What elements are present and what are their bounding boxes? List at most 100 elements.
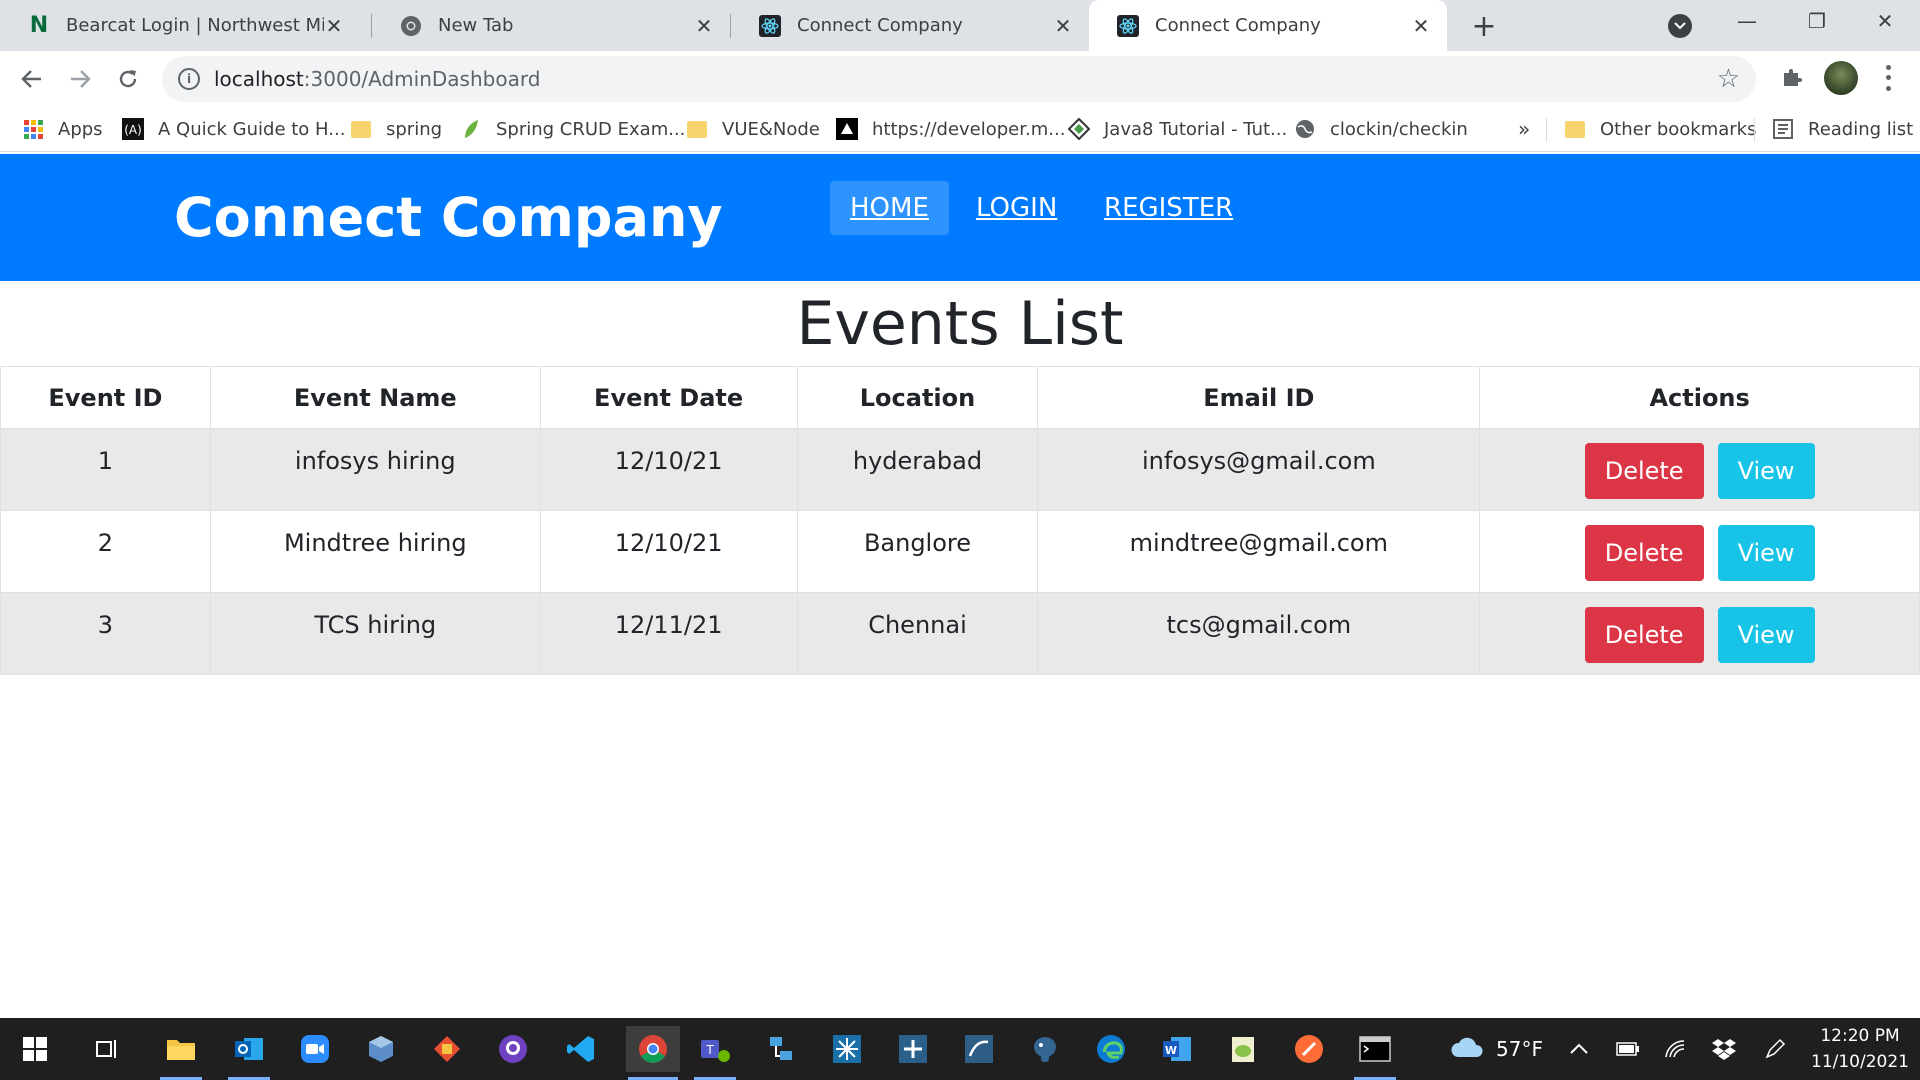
folder-icon (1564, 118, 1586, 140)
mysql-workbench-icon[interactable] (956, 1026, 1002, 1072)
windows-start-icon[interactable] (12, 1026, 58, 1072)
github-desktop-icon[interactable] (490, 1026, 536, 1072)
close-tab-icon[interactable]: ✕ (324, 14, 344, 38)
teams-icon[interactable]: T (692, 1026, 738, 1080)
chrome-icon (400, 15, 422, 37)
bookmark-java8-tutorial[interactable]: Java8 Tutorial - Tut... (1068, 106, 1287, 152)
vscode-icon[interactable] (558, 1026, 604, 1072)
pen-icon[interactable] (1764, 1018, 1786, 1080)
show-hidden-icons-chevron-icon[interactable] (1570, 1018, 1588, 1080)
browser-tab-new-tab[interactable]: New Tab ✕ (372, 0, 730, 51)
bookmark-folder-vue-node[interactable]: VUE&Node (686, 106, 820, 152)
svg-text:W: W (1165, 1044, 1177, 1057)
network-app-icon[interactable] (758, 1026, 804, 1072)
bookmark-label: Other bookmarks (1600, 118, 1757, 140)
edge-icon[interactable] (1088, 1026, 1134, 1072)
notepad-plus-plus-icon[interactable] (1220, 1026, 1266, 1072)
bookmark-label: Apps (58, 118, 103, 140)
browser-toolbar: i localhost:3000/AdminDashboard ☆ (0, 51, 1920, 106)
cell-event-name: TCS hiring (209, 592, 541, 675)
reading-list-button[interactable]: Reading list (1772, 106, 1913, 152)
weather-widget[interactable]: 57°F (1450, 1018, 1543, 1080)
url-path: :3000/AdminDashboard (303, 67, 541, 91)
bookmarks-divider (1546, 118, 1547, 142)
view-button[interactable]: View (1717, 443, 1815, 499)
cell-event-date: 12/11/21 (539, 592, 798, 675)
bookmark-site-icon (836, 118, 858, 140)
outlook-icon[interactable] (226, 1026, 272, 1080)
react-icon (1117, 14, 1139, 37)
extensions-puzzle-icon[interactable] (1778, 63, 1806, 91)
zoom-icon[interactable] (292, 1026, 338, 1072)
bookmarks-overflow-button[interactable]: » (1518, 106, 1530, 152)
clock-time: 12:20 PM (1820, 1026, 1900, 1046)
column-header-email-id: Email ID (1037, 366, 1481, 429)
browser-tab-connect-company-active[interactable]: Connect Company ✕ (1089, 0, 1447, 51)
bookmark-spring-crud[interactable]: Spring CRUD Exam... (460, 106, 685, 152)
bookmark-apps[interactable]: Apps (22, 106, 103, 152)
browser-tab-bearcat[interactable]: N Bearcat Login | Northwest Missou ✕ (0, 0, 360, 51)
file-explorer-icon[interactable] (158, 1026, 204, 1080)
delete-button[interactable]: Delete (1584, 607, 1704, 663)
delete-button[interactable]: Delete (1584, 443, 1704, 499)
back-arrow-icon[interactable] (12, 59, 52, 99)
browser-menu-icon[interactable] (1878, 62, 1898, 94)
taskbar-clock[interactable]: 12:20 PM 11/10/2021 (1800, 1023, 1920, 1075)
word-icon[interactable]: W (1154, 1026, 1200, 1072)
spring-leaf-icon (460, 118, 482, 140)
table-header-row: Event ID Event Name Event Date Location … (0, 366, 1920, 429)
url-host: localhost (214, 67, 304, 91)
postman-icon[interactable] (1286, 1026, 1332, 1072)
browser-tab-connect-company-1[interactable]: Connect Company ✕ (731, 0, 1089, 51)
view-button[interactable]: View (1717, 607, 1815, 663)
delete-button[interactable]: Delete (1584, 525, 1704, 581)
clock-date: 11/10/2021 (1811, 1052, 1909, 1072)
bookmark-other-bookmarks[interactable]: Other bookmarks (1564, 106, 1756, 152)
close-window-button[interactable]: ✕ (1850, 0, 1920, 42)
close-tab-icon[interactable]: ✕ (1053, 14, 1073, 38)
nav-link-login[interactable]: LOGIN (956, 181, 1077, 235)
task-view-icon[interactable] (84, 1026, 130, 1072)
bookmark-clockin[interactable]: clockin/checkin (1294, 106, 1468, 152)
cell-actions: Delete View (1479, 592, 1920, 675)
cell-event-id: 3 (0, 592, 211, 675)
bookmark-star-icon[interactable]: ☆ (1717, 64, 1740, 94)
snowflake-app-icon[interactable] (824, 1026, 870, 1072)
postgresql-icon[interactable] (1022, 1026, 1068, 1072)
bookmark-developer[interactable]: https://developer.m... (836, 106, 1065, 152)
virtualbox-icon[interactable] (358, 1026, 404, 1072)
reload-icon[interactable] (108, 59, 148, 99)
terminal-icon[interactable] (1352, 1026, 1398, 1080)
close-tab-icon[interactable]: ✕ (1411, 14, 1431, 38)
dropbox-icon[interactable] (1712, 1018, 1736, 1080)
new-tab-button[interactable]: + (1466, 8, 1502, 44)
minimize-button[interactable]: — (1712, 0, 1782, 42)
site-info-icon[interactable]: i (178, 68, 200, 90)
bookmark-folder-spring[interactable]: spring (350, 106, 442, 152)
cell-event-name: Mindtree hiring (209, 510, 541, 593)
brand-title[interactable]: Connect Company (174, 186, 723, 249)
nav-link-register[interactable]: REGISTER (1084, 181, 1253, 235)
wifi-icon[interactable] (1664, 1018, 1688, 1080)
tab-title: New Tab (438, 15, 514, 36)
nav-link-home[interactable]: HOME (830, 181, 949, 235)
url-text[interactable]: localhost:3000/AdminDashboard (214, 67, 540, 91)
address-bar[interactable]: i localhost:3000/AdminDashboard ☆ (162, 56, 1756, 102)
tab-search-icon[interactable] (1668, 14, 1692, 38)
bookmark-quick-guide[interactable]: (A) A Quick Guide to H... (122, 106, 345, 152)
cell-event-id: 1 (0, 428, 211, 511)
profile-avatar[interactable] (1824, 61, 1858, 95)
close-tab-icon[interactable]: ✕ (694, 14, 714, 38)
page-viewport: Connect Company HOME LOGIN REGISTER Even… (0, 152, 1920, 1018)
chrome-taskbar-icon[interactable] (626, 1026, 680, 1080)
bookmark-label: clockin/checkin (1330, 118, 1468, 140)
battery-icon[interactable] (1616, 1018, 1640, 1080)
react-icon (759, 14, 781, 37)
view-button[interactable]: View (1717, 525, 1815, 581)
tableau-app-icon[interactable] (890, 1026, 936, 1072)
git-gui-icon[interactable] (424, 1026, 470, 1072)
forward-arrow-icon[interactable] (60, 59, 100, 99)
cell-email: tcs@gmail.com (1037, 592, 1481, 675)
bookmark-site-icon: (A) (122, 118, 144, 140)
restore-button[interactable]: ❐ (1782, 0, 1852, 42)
